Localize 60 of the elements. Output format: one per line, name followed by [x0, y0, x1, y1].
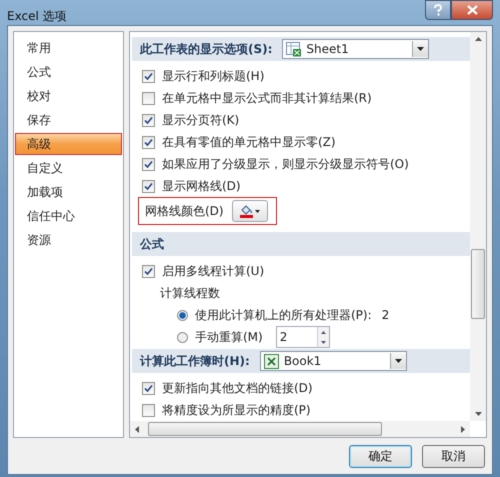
- checkbox-option[interactable]: 更新指向其他文档的链接(D): [132, 377, 470, 399]
- scroll-down-icon[interactable]: [474, 412, 482, 416]
- checkbox-option[interactable]: 启用多线程计算(U): [132, 260, 470, 282]
- sidebar-item[interactable]: 信任中心: [15, 205, 122, 227]
- section-title: 此工作表的显示选项(S):: [140, 40, 272, 58]
- scroll-up-icon[interactable]: [474, 37, 482, 41]
- question-mark-icon: [433, 4, 443, 16]
- checkbox-option[interactable]: 在单元格中显示公式而非其计算结果(R): [132, 87, 470, 109]
- checkbox[interactable]: [142, 158, 155, 170]
- radio-option[interactable]: 手动重算(M) 2: [132, 326, 470, 348]
- option-label: 计算线程数: [160, 284, 220, 302]
- checkbox[interactable]: [142, 136, 155, 148]
- radio-button[interactable]: [177, 332, 188, 342]
- cancel-button[interactable]: 取消: [422, 444, 485, 468]
- sidebar-item[interactable]: 常用: [15, 37, 122, 59]
- checkbox-option[interactable]: 显示行和列标题(H): [132, 65, 470, 87]
- caret-icon: [417, 47, 424, 51]
- sidebar-item[interactable]: 公式: [15, 61, 122, 83]
- scroll-left-icon[interactable]: [135, 426, 139, 432]
- number-spinner[interactable]: 2: [276, 326, 330, 348]
- horizontal-scrollbar[interactable]: [130, 421, 470, 437]
- checkbox-option[interactable]: 将精度设为所显示的精度(P): [132, 399, 470, 421]
- ok-button[interactable]: 确定: [349, 444, 412, 468]
- sidebar-item[interactable]: 资源: [15, 229, 122, 251]
- scroll-thumb[interactable]: [471, 249, 485, 319]
- checkbox-option[interactable]: 在具有零值的单元格中显示零(Z): [132, 131, 470, 153]
- workbook-dropdown[interactable]: Sheet1: [282, 39, 430, 59]
- checkbox[interactable]: [142, 70, 155, 82]
- checkbox[interactable]: [142, 92, 155, 104]
- close-button[interactable]: [451, 0, 493, 20]
- workbook-icon: [264, 354, 280, 368]
- checkbox[interactable]: [142, 404, 155, 416]
- scroll-right-icon[interactable]: [461, 426, 465, 432]
- checkbox[interactable]: [142, 180, 155, 192]
- paint-bucket-icon: [238, 204, 261, 218]
- help-button[interactable]: [425, 0, 451, 20]
- scroll-thumb[interactable]: [148, 422, 382, 436]
- checkbox[interactable]: [142, 264, 155, 278]
- checkbox-option[interactable]: 显示分页符(K): [132, 109, 470, 131]
- close-icon: [466, 5, 478, 15]
- radio-button[interactable]: [177, 310, 188, 320]
- vertical-scrollbar[interactable]: [470, 32, 486, 421]
- radio-option[interactable]: 使用此计算机上的所有处理器(P): 2: [132, 304, 470, 326]
- workbook-dropdown[interactable]: Book1: [260, 351, 407, 371]
- sidebar-item[interactable]: 加载项: [15, 181, 122, 203]
- section-title: 公式: [140, 236, 164, 252]
- checkbox[interactable]: [142, 114, 155, 126]
- color-picker-button[interactable]: [232, 200, 268, 222]
- sidebar-item[interactable]: 自定义: [15, 157, 122, 179]
- section-title: 计算此工作簿时(H):: [140, 352, 250, 370]
- sheet-icon: [286, 42, 302, 56]
- sidebar-item[interactable]: 校对: [15, 85, 122, 107]
- sidebar-item[interactable]: 保存: [15, 109, 122, 131]
- checkbox-option[interactable]: 显示网格线(D): [132, 175, 470, 197]
- checkbox-option[interactable]: 如果应用了分级显示，则显示分级显示符号(O): [132, 153, 470, 175]
- sidebar-item[interactable]: 高级: [15, 133, 122, 155]
- setting-label: 网格线颜色(D): [145, 202, 224, 220]
- checkbox[interactable]: [142, 382, 155, 394]
- window-title: Excel 选项: [7, 8, 67, 25]
- caret-icon: [394, 359, 402, 363]
